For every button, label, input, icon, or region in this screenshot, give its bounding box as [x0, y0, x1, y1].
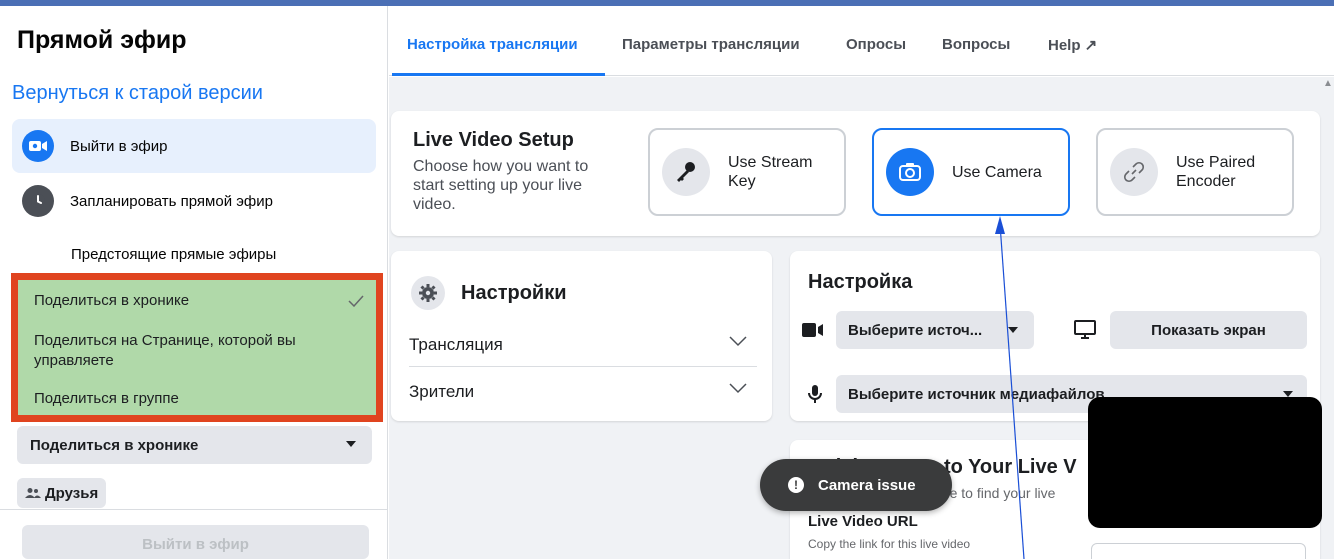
accordion-label: Зрители	[409, 382, 475, 401]
option-label: Use Paired Encoder	[1176, 154, 1256, 190]
live-video-setup-card: Live Video Setup Choose how you want to …	[391, 111, 1320, 236]
use-stream-key-option[interactable]: Use Stream Key	[648, 128, 846, 216]
share-screen-button[interactable]: Показать экран	[1110, 311, 1307, 349]
share-select-value: Поделиться в хронике	[30, 436, 199, 454]
active-tab-indicator	[392, 73, 605, 76]
camera-icon	[886, 148, 934, 196]
chevron-down-icon	[729, 336, 747, 347]
toast-label: Camera issue	[818, 476, 916, 494]
video-camera-icon	[802, 323, 823, 337]
use-paired-encoder-option[interactable]: Use Paired Encoder	[1096, 128, 1294, 216]
key-icon	[662, 148, 710, 196]
option-label: Use Stream Key	[728, 154, 813, 190]
sidebar-item-label: Запланировать прямой эфир	[70, 192, 273, 210]
settings-header: Настройки	[411, 276, 567, 310]
config-title: Настройка	[808, 271, 913, 293]
option-label: Use Camera	[952, 163, 1042, 181]
share-destination-select[interactable]: Поделиться в хронике	[17, 426, 372, 464]
media-source-value: Выберите источник медиафайлов	[848, 385, 1105, 403]
gear-icon	[411, 276, 445, 310]
share-options-menu: Поделиться в хронике Поделиться на Стран…	[11, 273, 383, 422]
use-camera-option[interactable]: Use Camera	[872, 128, 1070, 216]
tab-stream-setup[interactable]: Настройка трансляции	[407, 36, 578, 53]
tab-stream-settings[interactable]: Параметры трансляции	[622, 36, 800, 53]
tab-polls[interactable]: Опросы	[846, 36, 906, 53]
live-video-url-field[interactable]	[1091, 543, 1306, 559]
camera-preview-overlay	[1088, 397, 1322, 528]
settings-card: Настройки Трансляция Зрители	[391, 251, 772, 421]
live-video-url-label: Live Video URL	[808, 513, 918, 530]
chevron-down-icon	[729, 383, 747, 394]
page-title: Прямой эфир	[17, 26, 187, 54]
video-camera-icon	[22, 130, 54, 162]
caret-down-icon	[1008, 327, 1018, 333]
accordion-viewers[interactable]: Зрители	[409, 382, 757, 402]
audience-label: Друзья	[45, 484, 99, 502]
share-option-timeline[interactable]: Поделиться в хронике	[34, 291, 189, 311]
friends-icon	[25, 488, 41, 498]
divider	[409, 366, 757, 367]
share-option-page[interactable]: Поделиться на Странице, которой вы управ…	[34, 331, 354, 371]
alert-icon: !	[788, 477, 804, 493]
tab-help[interactable]: Help ↗	[1048, 36, 1097, 54]
share-option-group[interactable]: Поделиться в группе	[34, 389, 179, 409]
microphone-icon	[808, 385, 822, 403]
setup-title: Live Video Setup	[413, 129, 574, 151]
back-to-old-version-link[interactable]: Вернуться к старой версии	[12, 82, 263, 105]
link-icon	[1110, 148, 1158, 196]
clock-icon	[22, 185, 54, 217]
go-live-button[interactable]: Выйти в эфир	[22, 525, 369, 559]
config-card: Настройка Выберите источ... Показать экр…	[790, 251, 1320, 421]
video-source-select[interactable]: Выберите источ...	[836, 311, 1034, 349]
checkmark-icon	[348, 295, 364, 307]
accordion-broadcast[interactable]: Трансляция	[409, 335, 757, 355]
audience-selector[interactable]: Друзья	[17, 478, 107, 508]
video-source-value: Выберите источ...	[848, 321, 983, 339]
sidebar-item-label: Выйти в эфир	[70, 137, 168, 155]
copy-link-text: Copy the link for this live video	[808, 537, 971, 551]
camera-issue-toast[interactable]: ! Camera issue	[760, 459, 952, 511]
setup-description: Choose how you want to start setting up …	[413, 158, 589, 213]
tab-bar: Настройка трансляции Параметры трансляци…	[389, 6, 1334, 76]
sidebar-item-upcoming[interactable]: Предстоящие прямые эфиры	[71, 246, 276, 263]
scroll-up-arrow[interactable]: ▲	[1323, 78, 1333, 89]
caret-down-icon	[346, 441, 356, 447]
settings-title: Настройки	[461, 281, 567, 304]
sidebar-item-go-live[interactable]: Выйти в эфир	[12, 119, 376, 173]
monitor-icon	[1074, 320, 1096, 339]
sidebar-item-schedule[interactable]: Запланировать прямой эфир	[12, 174, 376, 228]
tab-questions[interactable]: Вопросы	[942, 36, 1010, 53]
accordion-label: Трансляция	[409, 335, 503, 354]
